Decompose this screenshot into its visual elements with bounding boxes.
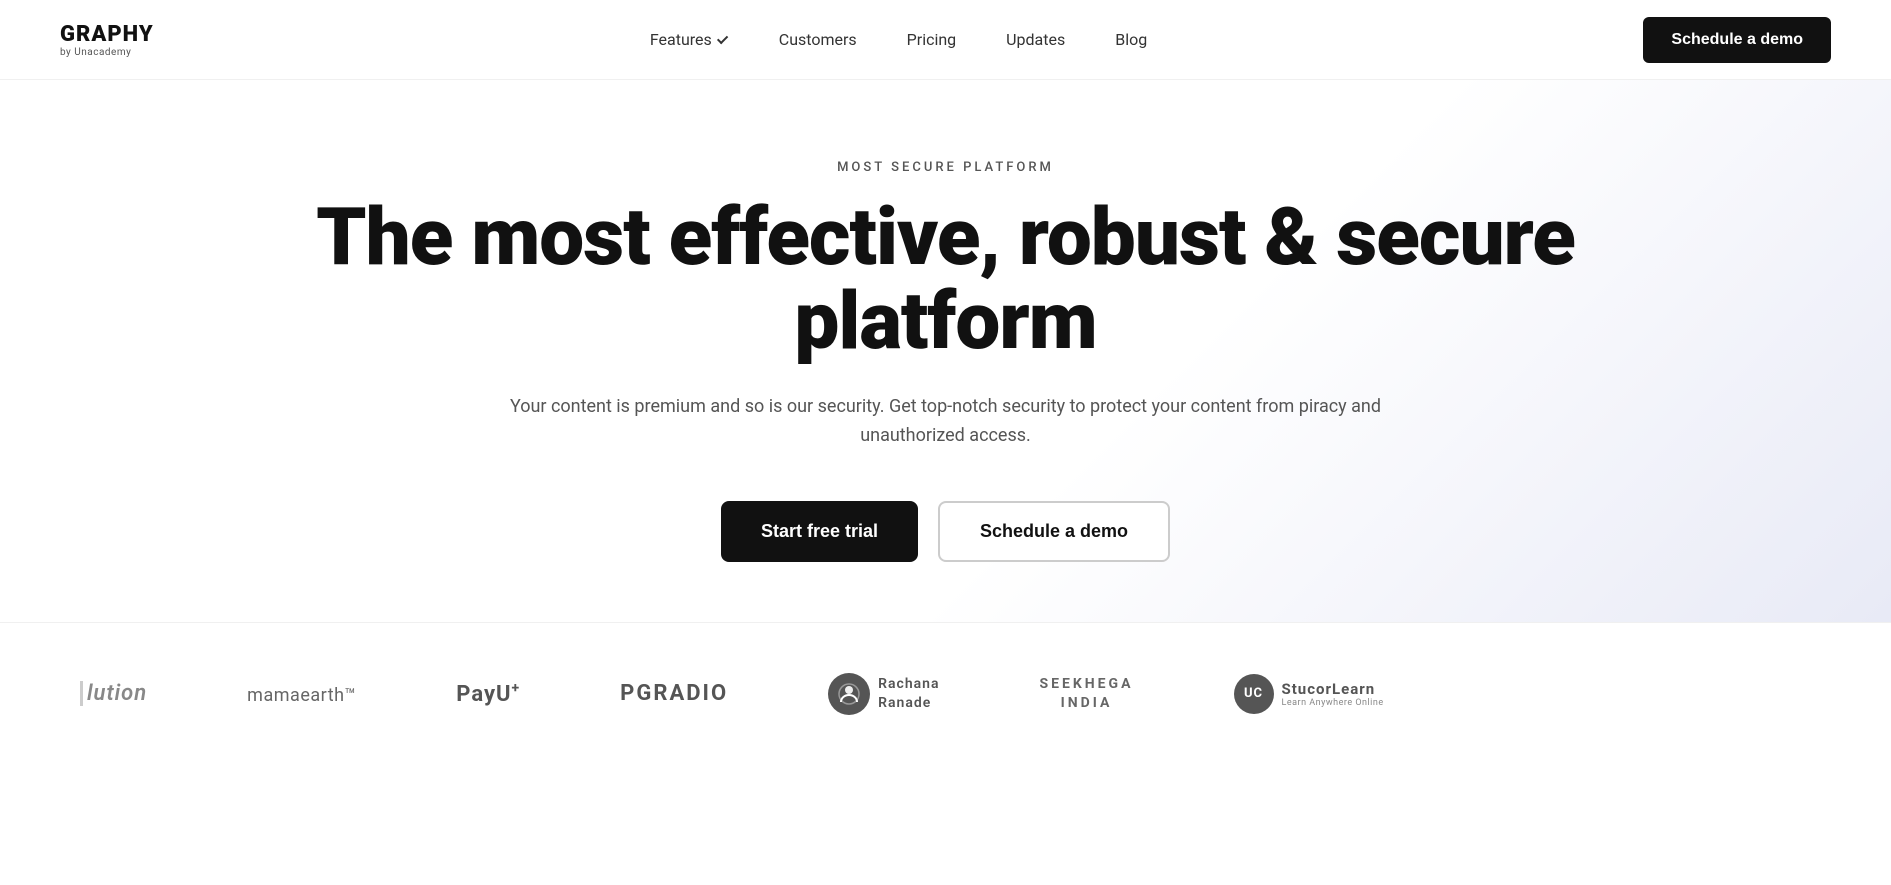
- nav-pricing[interactable]: Pricing: [907, 30, 957, 49]
- logo: GRAPHY by Unacademy: [60, 22, 154, 58]
- brand-name: GRAPHY: [60, 22, 154, 47]
- nav-schedule-demo-button[interactable]: Schedule a demo: [1643, 17, 1831, 63]
- nav-customers[interactable]: Customers: [779, 30, 857, 49]
- logo-lution: lution: [80, 681, 147, 706]
- rachana-text: Rachana Ranade: [878, 675, 939, 711]
- nav-blog[interactable]: Blog: [1115, 30, 1147, 49]
- hero-eyebrow: MOST SECURE PLATFORM: [837, 160, 1054, 175]
- hero-title: The most effective, robust & secure plat…: [246, 195, 1646, 363]
- list-item: mamaearth™: [247, 682, 356, 706]
- chevron-down-icon: [717, 32, 728, 43]
- schedule-demo-button[interactable]: Schedule a demo: [938, 501, 1170, 562]
- nav-updates[interactable]: Updates: [1006, 30, 1065, 49]
- rachana-icon: [828, 673, 870, 715]
- logo-mamaearth: mamaearth™: [247, 685, 356, 706]
- list-item: PayU+: [456, 680, 520, 706]
- nav-features[interactable]: Features: [650, 30, 729, 49]
- stucorlearn-icon: UC: [1234, 674, 1274, 714]
- logos-section: lution mamaearth™ PayU+ PGRADIO Rachan: [0, 622, 1891, 765]
- list-item: lution: [80, 681, 147, 706]
- list-item: SEEKHEGA INDIA: [1040, 675, 1134, 711]
- logo-pgradio: PGRADIO: [620, 681, 728, 706]
- logo-payu: PayU+: [456, 682, 520, 707]
- list-item: Rachana Ranade: [828, 673, 939, 715]
- start-free-trial-button[interactable]: Start free trial: [721, 501, 918, 562]
- list-item: PGRADIO: [620, 681, 728, 706]
- hero-section: MOST SECURE PLATFORM The most effective,…: [0, 80, 1891, 622]
- navbar: GRAPHY by Unacademy Features Customers P…: [0, 0, 1891, 80]
- hero-buttons: Start free trial Schedule a demo: [721, 501, 1170, 562]
- list-item: UC StucorLearn Learn Anywhere Online: [1234, 674, 1384, 714]
- brand-sub: by Unacademy: [60, 47, 154, 58]
- logo-seekhega: SEEKHEGA INDIA: [1040, 675, 1134, 711]
- nav-links: Features Customers Pricing Updates Blog: [650, 30, 1147, 49]
- logos-strip: lution mamaearth™ PayU+ PGRADIO Rachan: [80, 673, 1811, 715]
- stucorlearn-text: StucorLearn Learn Anywhere Online: [1282, 680, 1384, 708]
- hero-subtitle: Your content is premium and so is our se…: [496, 393, 1396, 451]
